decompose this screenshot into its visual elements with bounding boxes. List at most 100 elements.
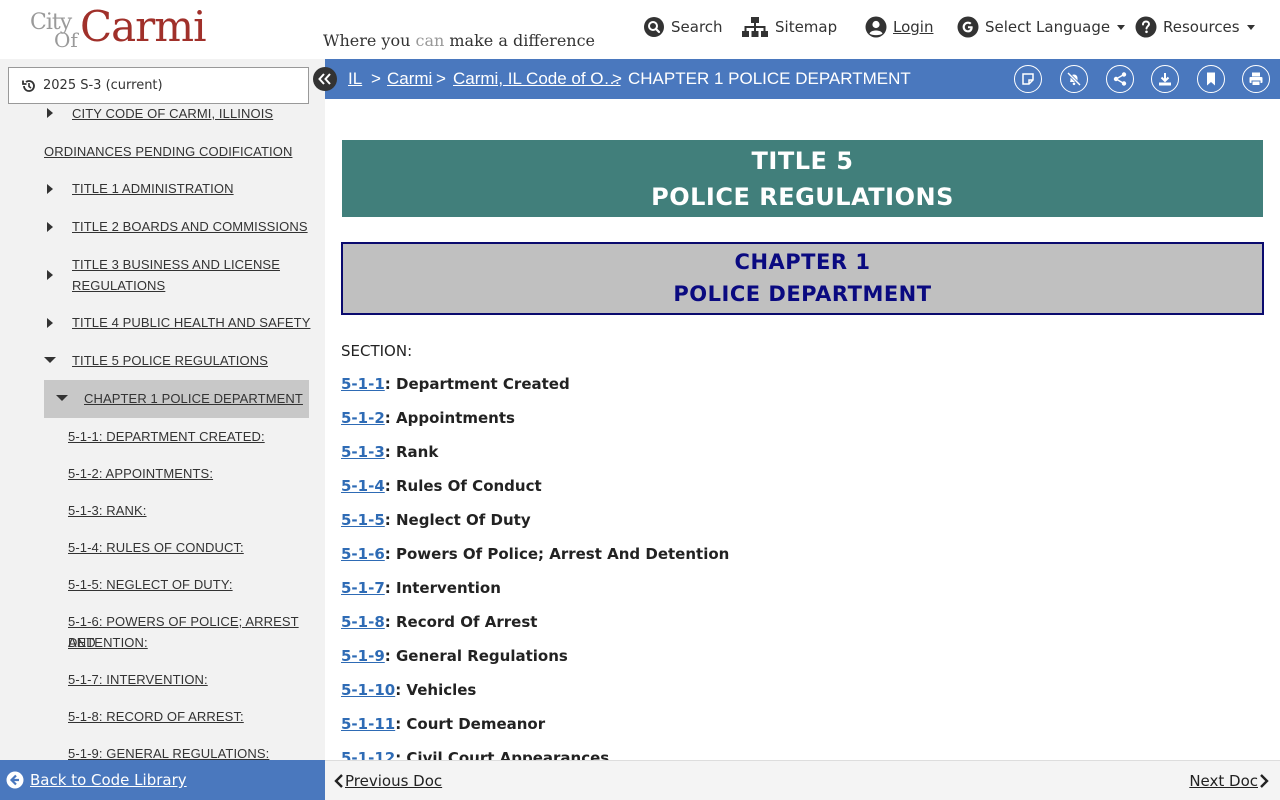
collapse-icon[interactable] [56,395,68,401]
share-icon [1113,72,1127,86]
section-link[interactable]: 5-1-2 [341,409,385,427]
print-icon [1249,72,1263,86]
chevron-left-icon [334,774,343,788]
bookmark-button[interactable] [1197,65,1225,93]
back-to-library-button[interactable]: Back to Code Library [0,760,325,800]
language-select[interactable]: Select Language [957,16,1126,38]
toc-chapter-1[interactable]: CHAPTER 1 POLICE DEPARTMENT [84,388,303,409]
title-line-2: POLICE REGULATIONS [651,183,954,211]
breadcrumb-separator: > [371,69,381,88]
section-title: : General Regulations [384,647,568,665]
expand-icon[interactable] [47,108,53,118]
chevron-down-icon [1246,24,1255,30]
chevron-right-icon [1260,774,1269,788]
toc-section-5-1-9[interactable]: 5-1-9: GENERAL REGULATIONS: [68,743,269,760]
section-link[interactable]: 5-1-10 [341,681,395,699]
section-title: : Rules Of Conduct [384,477,542,495]
resources-menu[interactable]: Resources [1135,16,1255,38]
toc-tree: CITY CODE OF CARMI, ILLINOIS ORDINANCES … [0,104,325,760]
toc-title-1[interactable]: TITLE 1 ADMINISTRATION [72,178,234,199]
toc-title-3-cont[interactable]: REGULATIONS [72,275,165,296]
share-button[interactable] [1106,65,1134,93]
section-title: : Powers Of Police; Arrest And Detention [384,545,730,563]
toc-title-2[interactable]: TITLE 2 BOARDS AND COMMISSIONS [72,216,308,237]
download-icon [1159,73,1171,86]
toc-section-5-1-8[interactable]: 5-1-8: RECORD OF ARREST: [68,706,244,727]
search-label: Search [671,18,723,36]
section-row: 5-1-11: Court Demeanor [341,715,545,733]
toc-section-5-1-2[interactable]: 5-1-2: APPOINTMENTS: [68,463,213,484]
note-icon [1022,73,1034,85]
toc-section-5-1-4[interactable]: 5-1-4: RULES OF CONDUCT: [68,537,244,558]
breadcrumb-code[interactable]: Carmi, IL Code of O… [453,69,621,89]
toc-section-5-1-1[interactable]: 5-1-1: DEPARTMENT CREATED: [68,426,265,447]
tagline: Where you can make a difference [323,31,596,50]
chapter-line-1: CHAPTER 1 [734,250,871,274]
toc-title-3[interactable]: TITLE 3 BUSINESS AND LICENSE [72,254,280,275]
section-link[interactable]: 5-1-3 [341,443,385,461]
breadcrumb: IL > Carmi > Carmi, IL Code of O… > CHAP… [325,59,1280,99]
section-row: 5-1-3: Rank [341,443,438,461]
breadcrumb-carmi[interactable]: Carmi [387,69,432,89]
document-content: TITLE 5 POLICE REGULATIONS CHAPTER 1 POL… [325,99,1280,760]
collapse-icon[interactable] [44,357,56,363]
toc-section-5-1-6-cont[interactable]: DETENTION: [68,632,148,653]
version-label: 2025 S-3 (current) [43,78,163,93]
print-button[interactable] [1242,65,1270,93]
section-row: 5-1-12: Civil Court Appearances [341,749,609,760]
title-line-1: TITLE 5 [751,147,854,175]
section-row: 5-1-7: Intervention [341,579,501,597]
expand-icon[interactable] [47,184,53,194]
toc-title-4[interactable]: TITLE 4 PUBLIC HEALTH AND SAFETY [72,312,310,333]
question-icon [1135,16,1157,38]
section-link[interactable]: 5-1-5 [341,511,385,529]
section-row: 5-1-5: Neglect Of Duty [341,511,531,529]
login-link[interactable]: Login [865,16,933,38]
search-button[interactable]: Search [643,16,723,38]
section-link[interactable]: 5-1-11 [341,715,395,733]
collapse-sidebar-button[interactable] [313,67,337,91]
toc-section-5-1-5[interactable]: 5-1-5: NEGLECT OF DUTY: [68,574,233,595]
back-label: Back to Code Library [30,771,187,789]
previous-doc-button[interactable]: Previous Doc [333,772,442,790]
section-title: : Record Of Arrest [384,613,538,631]
section-link[interactable]: 5-1-12 [341,749,395,760]
expand-icon[interactable] [47,270,53,280]
toc-ordinances-pending[interactable]: ORDINANCES PENDING CODIFICATION [44,141,292,162]
section-link[interactable]: 5-1-9 [341,647,385,665]
toc-city-code[interactable]: CITY CODE OF CARMI, ILLINOIS [72,104,273,124]
sitemap-icon [742,17,768,37]
section-title: : Vehicles [395,681,477,699]
breadcrumb-separator: > [436,69,446,88]
search-icon [644,17,664,37]
version-selector[interactable]: 2025 S-3 (current) [8,67,309,104]
sitemap-button[interactable]: Sitemap [741,16,837,38]
logo-name: Carmi [80,2,207,51]
notifications-off-button[interactable] [1060,65,1088,93]
chevron-down-icon [1117,24,1126,30]
carmi-logo[interactable]: City Of Carmi [30,2,230,54]
section-title: : Civil Court Appearances [395,749,610,760]
toc-section-5-1-7[interactable]: 5-1-7: INTERVENTION: [68,669,208,690]
download-button[interactable] [1151,65,1179,93]
toc-section-5-1-3[interactable]: 5-1-3: RANK: [68,500,147,521]
section-link[interactable]: 5-1-6 [341,545,385,563]
section-link[interactable]: 5-1-4 [341,477,385,495]
note-button[interactable] [1014,65,1042,93]
section-link[interactable]: 5-1-8 [341,613,385,631]
expand-icon[interactable] [47,222,53,232]
section-link[interactable]: 5-1-7 [341,579,385,597]
next-doc-button[interactable]: Next Doc [1189,772,1270,790]
section-row: 5-1-6: Powers Of Police; Arrest And Dete… [341,545,729,563]
expand-icon[interactable] [47,318,53,328]
next-doc-label: Next Doc [1189,772,1258,790]
section-link[interactable]: 5-1-1 [341,375,385,393]
breadcrumb-separator: > [612,69,622,88]
bell-slash-icon [1066,71,1082,87]
section-label: SECTION: [341,342,413,360]
breadcrumb-il[interactable]: IL [348,69,362,89]
toc-sidebar: 2025 S-3 (current) CITY CODE OF CARMI, I… [0,59,325,760]
section-row: 5-1-8: Record Of Arrest [341,613,537,631]
section-title: : Appointments [384,409,515,427]
toc-title-5[interactable]: TITLE 5 POLICE REGULATIONS [72,350,268,371]
